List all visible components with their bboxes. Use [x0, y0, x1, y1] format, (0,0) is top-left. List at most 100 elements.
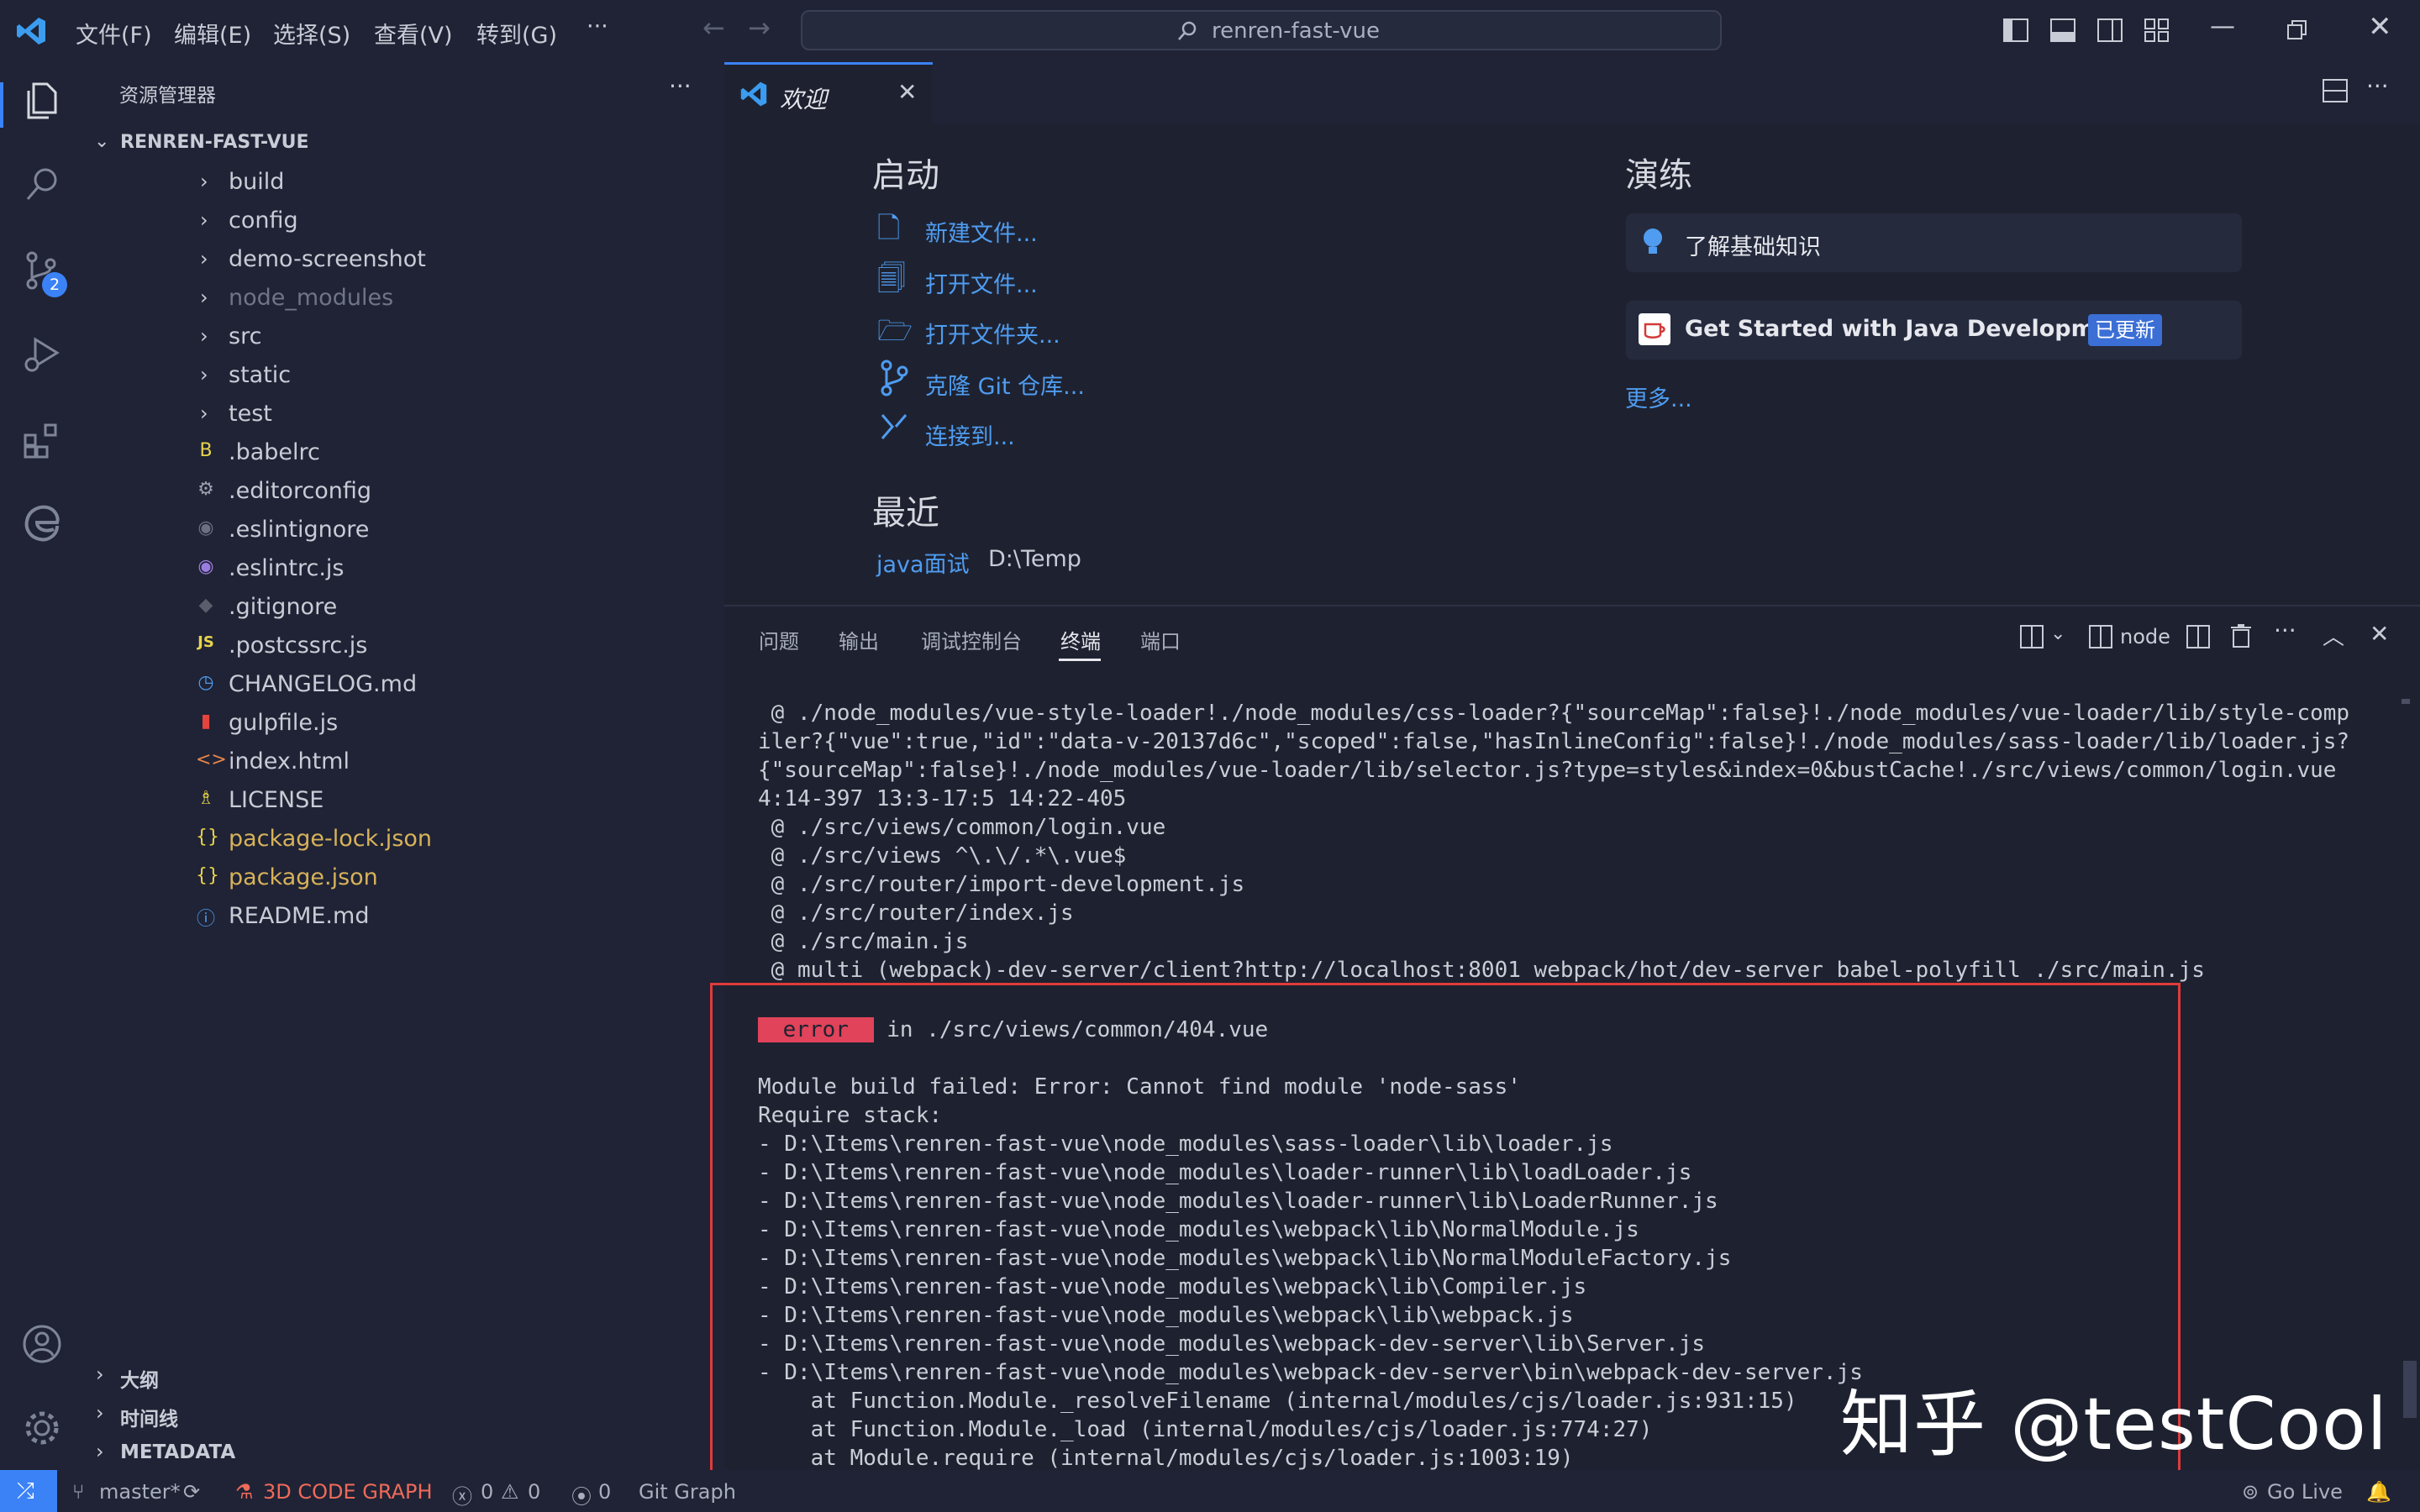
terminal-line: @ ./src/main.js: [758, 929, 969, 954]
tree-file[interactable]: <> index.html: [84, 743, 724, 781]
tree-file[interactable]: ▮ gulpfile.js: [84, 704, 724, 743]
tree-folder[interactable]: › build: [84, 163, 724, 202]
sync-icon[interactable]: ⟳: [183, 1480, 200, 1504]
git-graph-button[interactable]: Git Graph: [639, 1480, 736, 1504]
open-folder-link[interactable]: 打开文件夹...: [925, 317, 1060, 349]
chevron-right-icon: ›: [200, 247, 208, 270]
chevron-down-icon: ⌄: [94, 131, 110, 152]
section-outline-label: 大纲: [120, 1370, 159, 1392]
menu-edit[interactable]: 编辑(E): [174, 17, 251, 50]
restore-icon[interactable]: [2287, 20, 2307, 40]
error-count[interactable]: 0: [481, 1480, 493, 1504]
menu-go[interactable]: 转到(G): [476, 17, 557, 50]
tree-file[interactable]: ⚙ .editorconfig: [84, 472, 724, 511]
updated-badge: 已更新: [2088, 314, 2162, 346]
panel-tab-problems[interactable]: 问题: [759, 625, 799, 654]
remote-indicator[interactable]: ⤮: [0, 1470, 57, 1512]
open-file-link[interactable]: 打开文件...: [925, 266, 1038, 299]
menu-file[interactable]: 文件(F): [76, 17, 152, 50]
tree-folder[interactable]: › static: [84, 356, 724, 395]
toggle-primary-sidebar-icon[interactable]: [2003, 18, 2028, 42]
forward-arrow-icon[interactable]: →: [748, 12, 771, 44]
menu-view[interactable]: 查看(V): [374, 17, 453, 50]
tree-file[interactable]: ◆ .gitignore: [84, 588, 724, 627]
tree-folder[interactable]: › src: [84, 318, 724, 356]
new-file-link[interactable]: 新建文件...: [925, 215, 1038, 248]
terminal-scrollbar-thumb[interactable]: [2403, 1361, 2417, 1418]
tab-close-icon[interactable]: ✕: [897, 78, 917, 106]
command-center-search[interactable]: renren-fast-vue: [801, 10, 1722, 50]
panel-more-actions-icon[interactable]: ···: [2274, 617, 2296, 644]
tree-file[interactable]: JS .postcssrc.js: [84, 627, 724, 665]
git-branch[interactable]: master*: [99, 1480, 181, 1504]
walkthrough-heading: 演练: [1625, 156, 1692, 195]
tree-folder[interactable]: › demo-screenshot: [84, 240, 724, 279]
section-timeline-label: 时间线: [120, 1409, 178, 1431]
tree-item-label: config: [229, 207, 298, 234]
minimize-icon[interactable]: —: [2210, 12, 2235, 41]
tree-folder[interactable]: › node_modules: [84, 279, 724, 318]
section-outline[interactable]: › 大纲: [84, 1357, 724, 1394]
toggle-panel-icon[interactable]: [2050, 18, 2075, 42]
panel-tab-ports[interactable]: 端口: [1140, 625, 1181, 654]
tree-item-label: LICENSE: [229, 787, 324, 813]
new-terminal-split-icon[interactable]: [2020, 625, 2045, 648]
split-terminal-icon[interactable]: [2186, 625, 2210, 648]
extensions-icon[interactable]: [20, 418, 64, 462]
tree-file[interactable]: {}package-lock.jsonM: [84, 820, 780, 858]
tree-file[interactable]: ◷ CHANGELOG.md: [84, 665, 724, 704]
section-metadata-label: METADATA: [120, 1441, 236, 1463]
tree-file[interactable]: {}package.jsonM: [84, 858, 780, 897]
code-graph-button[interactable]: 3D CODE GRAPH: [263, 1480, 433, 1504]
walkthrough-basics[interactable]: 了解基础知识: [1626, 213, 2242, 272]
search-view-icon[interactable]: [20, 163, 64, 207]
chevron-right-icon: ›: [96, 1362, 104, 1386]
section-metadata[interactable]: › METADATA: [84, 1435, 724, 1472]
customize-layout-icon[interactable]: [2144, 18, 2170, 42]
terminal-line: @ ./src/views/common/login.vue: [758, 815, 1166, 840]
back-arrow-icon[interactable]: ←: [702, 12, 725, 44]
account-icon[interactable]: [20, 1322, 64, 1366]
trash-icon[interactable]: [2230, 623, 2252, 648]
walkthrough-java[interactable]: Get Started with Java Development 已更新: [1626, 301, 2242, 360]
more-walkthroughs-link[interactable]: 更多...: [1625, 381, 1692, 413]
explorer-icon[interactable]: [20, 79, 64, 123]
close-panel-icon[interactable]: ✕: [2370, 620, 2389, 648]
editor-more-actions[interactable]: ···: [2366, 72, 2389, 100]
tree-file[interactable]: ◉ .eslintrc.js: [84, 549, 724, 588]
tree-file[interactable]: ◉ .eslintignore: [84, 511, 724, 549]
menu-selection[interactable]: 选择(S): [273, 17, 350, 50]
tree-file[interactable]: ♗ LICENSE: [84, 781, 724, 820]
clone-git-link[interactable]: 克隆 Git 仓库...: [925, 368, 1085, 401]
ports-count[interactable]: 0: [598, 1480, 611, 1504]
recent-item-name[interactable]: java面试: [876, 546, 970, 579]
warning-count[interactable]: 0: [528, 1480, 540, 1504]
go-live-button[interactable]: Go Live: [2267, 1480, 2343, 1504]
chevron-down-icon[interactable]: ⌄: [2050, 623, 2065, 644]
split-editor-icon[interactable]: [2323, 79, 2348, 102]
java-cup-icon: [1639, 313, 1670, 345]
file-type-icon: ⓘ: [196, 909, 215, 930]
edge-devtools-icon[interactable]: [20, 501, 64, 544]
settings-gear-icon[interactable]: [20, 1406, 64, 1450]
run-debug-icon[interactable]: [20, 333, 64, 376]
panel-tab-debug-console[interactable]: 调试控制台: [921, 625, 1022, 654]
terminal-name[interactable]: node: [2120, 625, 2170, 648]
tree-folder[interactable]: › test: [84, 395, 724, 433]
open-folder-icon: 🗁: [877, 314, 913, 348]
tab-welcome[interactable]: 欢迎 ✕: [724, 62, 933, 124]
tree-folder[interactable]: › config: [84, 202, 724, 240]
tree-file[interactable]: ⓘ README.md: [84, 897, 724, 936]
close-window-icon[interactable]: ✕: [2368, 10, 2392, 44]
connect-to-link[interactable]: 连接到...: [925, 418, 1015, 451]
maximize-panel-icon[interactable]: ︿: [2323, 620, 2344, 651]
notifications-bell-icon[interactable]: 🔔: [2366, 1480, 2391, 1504]
explorer-root-folder[interactable]: ⌄ RENREN-FAST-VUE: [84, 124, 724, 163]
panel-tab-output[interactable]: 输出: [839, 625, 879, 654]
toggle-secondary-sidebar-icon[interactable]: [2097, 18, 2123, 42]
tree-file[interactable]: B .babelrc: [84, 433, 724, 472]
menu-more[interactable]: ···: [587, 13, 608, 39]
explorer-more-actions[interactable]: ···: [669, 72, 692, 100]
panel-tab-terminal[interactable]: 终端: [1060, 625, 1101, 654]
section-timeline[interactable]: › 时间线: [84, 1396, 724, 1433]
